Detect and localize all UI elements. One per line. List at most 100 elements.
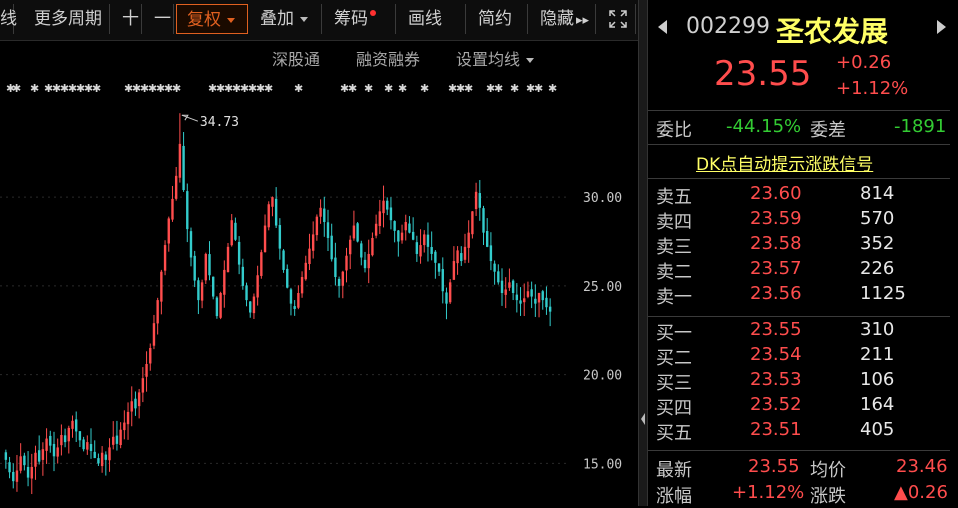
event-marker-icon[interactable]: ✱ (92, 82, 101, 95)
candle-body (37, 450, 41, 462)
dk-signal-link[interactable]: DK点自动提示涨跌信号 (696, 150, 873, 175)
candle-body (374, 223, 378, 236)
candle-body (274, 198, 278, 226)
event-marker-icon[interactable]: ✱ (30, 82, 39, 95)
candle-body (467, 232, 470, 248)
chips-button[interactable]: 筹码 (324, 4, 396, 34)
candle-body (341, 271, 344, 286)
bid-label: 买三 (656, 373, 692, 394)
candle-body (511, 280, 515, 293)
bid-label: 买五 (656, 423, 692, 444)
event-marker-icon[interactable]: ✱ (384, 82, 393, 95)
crosshair-button[interactable]: 十 (112, 4, 142, 34)
candle-body (526, 291, 530, 297)
candle-body (545, 297, 548, 308)
draw-line-button[interactable]: 画线 (398, 4, 466, 34)
event-marker-icon[interactable]: ✱ (12, 82, 21, 95)
y-tick-label: 25.00 (583, 280, 622, 295)
event-marker-icon[interactable]: ✱ (264, 82, 273, 95)
candle-body (215, 297, 219, 317)
ask-label: 卖四 (656, 212, 692, 233)
notification-dot-icon (370, 10, 376, 16)
ask-price: 23.58 (750, 233, 802, 254)
candle-body (504, 289, 507, 295)
candle-body (245, 285, 248, 301)
candle-body (256, 275, 259, 298)
event-marker-icon[interactable]: ✱ (548, 82, 557, 95)
pct-value: +1.12% (732, 482, 805, 503)
event-marker-icon[interactable]: ✱ (534, 82, 543, 95)
ask-volume: 570 (860, 208, 895, 229)
candle-body (223, 269, 226, 295)
adjust-button[interactable]: 复权 (176, 4, 248, 34)
candle-body (260, 252, 263, 276)
tab-shenguotong[interactable]: 深股通 (272, 46, 320, 74)
divider-line (648, 110, 950, 111)
candle-body (286, 268, 289, 288)
candle-body (60, 435, 63, 446)
candle-body (82, 439, 85, 450)
event-marker-icon[interactable]: ✱ (420, 82, 429, 95)
simple-mode-button[interactable]: 简约 (468, 4, 528, 34)
candle-body (178, 143, 182, 178)
more-periods-button[interactable]: 更多周期 (24, 4, 110, 34)
candle-body (500, 280, 504, 293)
candle-body (371, 237, 374, 256)
candle-body (452, 261, 456, 280)
overlay-button[interactable]: 叠加 (250, 4, 322, 34)
tab-margin-trading[interactable]: 融资融券 (356, 46, 420, 74)
chart-annotations: 34.73 (181, 114, 239, 130)
toolbar-label: 叠加 (260, 9, 294, 29)
candle-body (437, 263, 441, 272)
divider-line (648, 178, 950, 179)
y-tick-label: 20.00 (583, 369, 622, 384)
y-tick-label: 15.00 (583, 457, 622, 472)
hide-button[interactable]: 隐藏 ▸▸ (530, 4, 596, 34)
candle-body (93, 451, 96, 459)
toolbar-label: 画线 (408, 9, 442, 29)
tab-ma-settings[interactable]: 设置均线 (456, 46, 535, 74)
candle-body (534, 298, 537, 304)
fullscreen-button[interactable] (598, 4, 636, 34)
ask-price: 23.59 (750, 208, 802, 229)
candle-body (471, 211, 474, 235)
candle-body (548, 306, 552, 312)
bid-price: 23.52 (750, 394, 802, 415)
next-stock-icon[interactable] (936, 18, 948, 36)
latest-label: 最新 (656, 460, 692, 481)
ask-label: 卖二 (656, 262, 692, 283)
event-marker-icon[interactable]: ✱ (510, 82, 519, 95)
minus-button[interactable]: 一 (144, 4, 174, 34)
ask-volume: 352 (860, 233, 895, 254)
candle-body (337, 278, 341, 286)
event-marker-icon[interactable]: ✱ (364, 82, 373, 95)
candle-body (204, 253, 207, 281)
event-marker-icon[interactable]: ✱ (494, 82, 503, 95)
current-price: 23.55 (714, 54, 812, 94)
candle-body (126, 411, 130, 425)
kline-chart[interactable]: ✱✱ ✱ ✱✱✱✱✱✱✱ ✱✱✱✱✱✱✱ ✱✱✱✱✱✱✱✱ ✱ ✱✱ ✱ ✱ ✱ ✱ ✱✱✱ ✱✱ ✱ ✱✱… (0, 80, 638, 506)
max-price-label: 34.73 (200, 115, 239, 130)
candle-body (137, 392, 141, 407)
candle-body (478, 193, 481, 208)
event-marker-icon[interactable]: ✱ (398, 82, 407, 95)
event-marker-icon[interactable]: ✱ (348, 82, 357, 95)
prev-stock-icon[interactable] (656, 18, 668, 36)
candle-body (519, 300, 522, 304)
tab-line[interactable]: 线 (0, 4, 17, 34)
drag-handle-icon[interactable] (640, 406, 646, 432)
candle-body (408, 223, 411, 233)
event-marker-icon[interactable]: ✱ (464, 82, 473, 95)
ask-price: 23.60 (750, 183, 802, 204)
toolbar-label: 线 (0, 9, 17, 29)
bid-volume: 164 (860, 394, 895, 415)
candle-body (382, 200, 385, 214)
event-marker-icon[interactable]: ✱ (294, 82, 303, 95)
candle-body (426, 234, 430, 247)
event-marker-icon[interactable]: ✱ (172, 82, 181, 95)
divider-line (648, 316, 950, 317)
candle-body (434, 251, 437, 263)
panel-divider[interactable] (638, 0, 648, 506)
candle-body (208, 254, 211, 276)
quote-panel: 002299 圣农发展 23.55 +0.26 +1.12% 委比 -44.15… (648, 0, 958, 507)
